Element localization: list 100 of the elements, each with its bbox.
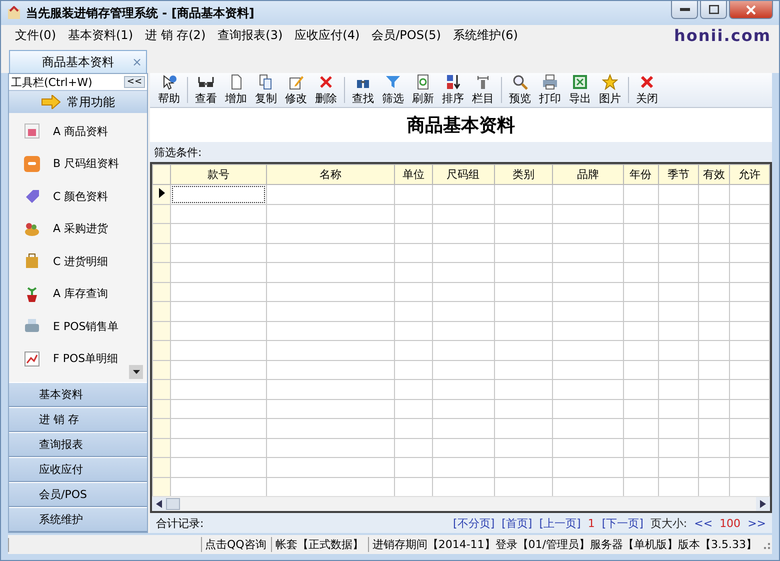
toolbar-button[interactable]: 帮助 — [154, 74, 184, 106]
table-cell — [658, 438, 699, 458]
scroll-thumb[interactable] — [166, 498, 180, 510]
column-header[interactable]: 尺码组 — [432, 164, 494, 184]
column-header[interactable]: 允许 — [730, 164, 770, 184]
column-header[interactable]: 季节 — [658, 164, 699, 184]
horizontal-scrollbar[interactable] — [152, 496, 770, 511]
scroll-down-button[interactable] — [129, 365, 143, 379]
menu-item[interactable]: 会员/POS(5) — [366, 27, 447, 44]
toolbar-button[interactable]: 删除 — [311, 74, 341, 106]
column-header[interactable]: 类别 — [494, 164, 553, 184]
maximize-button[interactable] — [700, 1, 727, 19]
toolbar-button[interactable]: 打印 — [535, 74, 565, 106]
pager-link[interactable]: [首页] — [502, 516, 532, 530]
sort-icon — [445, 74, 461, 90]
menu-item[interactable]: 进 销 存(2) — [139, 27, 212, 44]
pager-link[interactable]: [下一页] — [602, 516, 644, 530]
table-cell — [658, 418, 699, 438]
column-header[interactable]: 年份 — [623, 164, 658, 184]
toolbar-button[interactable]: 查看 — [191, 74, 221, 106]
section-header[interactable]: 常用功能 — [9, 91, 147, 113]
nav-button[interactable]: 系统维护 — [9, 507, 147, 532]
table-cell — [394, 302, 432, 321]
filter-label: 筛选条件: — [154, 144, 202, 160]
column-header[interactable]: 款号 — [170, 164, 266, 184]
table-cell — [552, 224, 624, 243]
table-cell — [698, 262, 730, 282]
table-cell — [494, 340, 553, 360]
nav-button[interactable]: 查询报表 — [9, 432, 147, 457]
menu-item[interactable]: 系统维护(6) — [446, 27, 524, 44]
tab[interactable]: 商品基本资料 × — [9, 50, 147, 73]
pager-link[interactable]: [不分页] — [453, 516, 495, 530]
app-icon — [7, 6, 21, 20]
scroll-right-icon[interactable] — [756, 497, 770, 511]
table-cell — [432, 204, 494, 224]
scroll-left-icon[interactable] — [152, 497, 166, 511]
nav-button[interactable]: 基本资料 — [9, 382, 147, 407]
table-cell — [658, 262, 699, 282]
sidebar-item[interactable]: C 颜色资料 — [9, 180, 147, 212]
table-cell — [432, 399, 494, 418]
nav-button[interactable]: 应收应付 — [9, 457, 147, 482]
nav-button[interactable]: 进 销 存 — [9, 407, 147, 432]
menu-item[interactable]: 基本资料(1) — [62, 27, 139, 44]
table-cell — [552, 380, 624, 399]
table-cell — [394, 204, 432, 224]
status-text: 帐套【正式数据】 — [271, 537, 366, 552]
minimize-button[interactable] — [671, 1, 698, 19]
table-cell — [432, 184, 494, 204]
toolbar-button[interactable]: 关闭 — [632, 74, 662, 106]
pager-link[interactable]: >> — [748, 516, 766, 530]
table-cell — [698, 184, 730, 204]
table-cell — [432, 380, 494, 399]
toolbar-button[interactable]: 查找 — [348, 74, 378, 106]
column-header[interactable]: 单位 — [394, 164, 432, 184]
page-number: 100 — [720, 516, 741, 530]
toolbar-button[interactable]: 增加 — [221, 74, 251, 106]
sidebar-item[interactable]: A 商品资料 — [9, 115, 147, 148]
toolbar-button[interactable]: 图片 — [595, 74, 625, 106]
column-header[interactable]: 品牌 — [552, 164, 624, 184]
table-cell — [623, 262, 658, 282]
sidebar-item[interactable]: F POS单明细 — [9, 342, 147, 375]
toolbar-button[interactable]: 栏目 — [468, 74, 498, 106]
sidebar-item[interactable]: A 采购进货 — [9, 212, 147, 245]
page-number: 1 — [588, 516, 595, 530]
window-title: 当先服装进销存管理系统 - [商品基本资料] — [26, 4, 254, 22]
table-cell — [730, 204, 770, 224]
sidebar-item[interactable]: B 尺码组资料 — [9, 148, 147, 180]
pager-link[interactable]: << — [694, 516, 713, 530]
pager-link[interactable]: [上一页] — [539, 516, 581, 530]
table-cell — [623, 340, 658, 360]
toolbar-button[interactable]: 修改 — [281, 74, 311, 106]
column-header[interactable]: 名称 — [266, 164, 395, 184]
table-cell — [432, 340, 494, 360]
toolbar-button[interactable]: 预览 — [505, 74, 535, 106]
table-cell — [698, 360, 730, 380]
sidebar-item[interactable]: C 进货明细 — [9, 245, 147, 278]
spreadsheet-icon — [572, 74, 588, 90]
toolbar-button[interactable]: 导出 — [565, 74, 595, 106]
toolbar-button[interactable]: 刷新 — [408, 74, 438, 106]
toolbar-button[interactable]: 复制 — [251, 74, 281, 106]
pencil-icon — [288, 74, 304, 90]
close-button[interactable] — [729, 1, 773, 19]
menu-item[interactable]: 应收应付(4) — [288, 27, 366, 44]
menu-item[interactable]: 查询报表(3) — [212, 27, 289, 44]
table-cell — [394, 399, 432, 418]
table-cell — [730, 224, 770, 243]
nav-button[interactable]: 会员/POS — [9, 482, 147, 507]
menu-item[interactable]: 文件(0) — [9, 27, 62, 44]
toolbar-button[interactable]: 筛选 — [378, 74, 408, 106]
table-cell — [698, 380, 730, 399]
toolbar-button[interactable]: 排序 — [438, 74, 468, 106]
collapse-button[interactable]: << — [124, 76, 145, 88]
column-header[interactable]: 有效 — [698, 164, 730, 184]
row-header[interactable] — [152, 184, 171, 204]
table-cell — [552, 458, 624, 477]
table-cell — [494, 243, 553, 262]
sidebar-item[interactable]: A 库存查询 — [9, 278, 147, 310]
sidebar-item[interactable]: E POS销售单 — [9, 310, 147, 342]
table-cell — [494, 360, 553, 380]
table-cell — [730, 282, 770, 302]
